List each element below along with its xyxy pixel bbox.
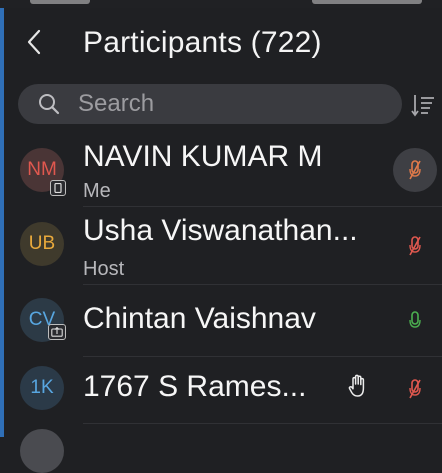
participant-row[interactable]: NM NAVIN KUMAR M Me [0, 134, 442, 207]
participant-name: Usha Viswanathan... [83, 214, 358, 247]
search-bar[interactable] [18, 84, 402, 124]
participant-role: Me [83, 180, 111, 202]
back-arrow-icon[interactable] [18, 22, 50, 62]
participant-row[interactable]: CV Chintan Vaishnav [0, 286, 442, 358]
avatar [20, 429, 64, 473]
participant-row[interactable]: 1K 1767 S Rames... [0, 356, 442, 428]
status-bar [0, 0, 442, 8]
phone-icon [50, 180, 66, 196]
mic-muted-icon [402, 157, 428, 183]
sort-icon[interactable] [410, 92, 436, 118]
page-title: Participants (722) [83, 26, 322, 59]
avatar-initials: UB [28, 233, 56, 254]
avatar-initials: NM [27, 159, 57, 180]
participant-name: Chintan Vaishnav [83, 302, 316, 335]
avatar: 1K [20, 366, 64, 410]
share-screen-icon [48, 324, 66, 340]
participant-role: Host [83, 258, 125, 280]
divider [83, 423, 442, 424]
status-bar-left [30, 0, 90, 4]
mic-muted-icon[interactable] [402, 376, 428, 402]
divider [83, 284, 442, 285]
header: Participants (722) [0, 8, 442, 76]
participant-name: 1767 S Rames... [83, 370, 307, 403]
avatar-initials: 1K [30, 377, 54, 398]
mic-muted-icon[interactable] [402, 233, 428, 259]
participant-row[interactable]: UB Usha Viswanathan... Host [0, 208, 442, 285]
participant-name: NAVIN KUMAR M [83, 140, 323, 173]
status-bar-right [312, 0, 422, 4]
search-input[interactable] [78, 89, 388, 119]
search-icon [39, 94, 60, 115]
divider [83, 206, 442, 207]
avatar: UB [20, 222, 64, 266]
mic-icon[interactable] [402, 308, 428, 334]
raised-hand-icon [348, 374, 365, 397]
